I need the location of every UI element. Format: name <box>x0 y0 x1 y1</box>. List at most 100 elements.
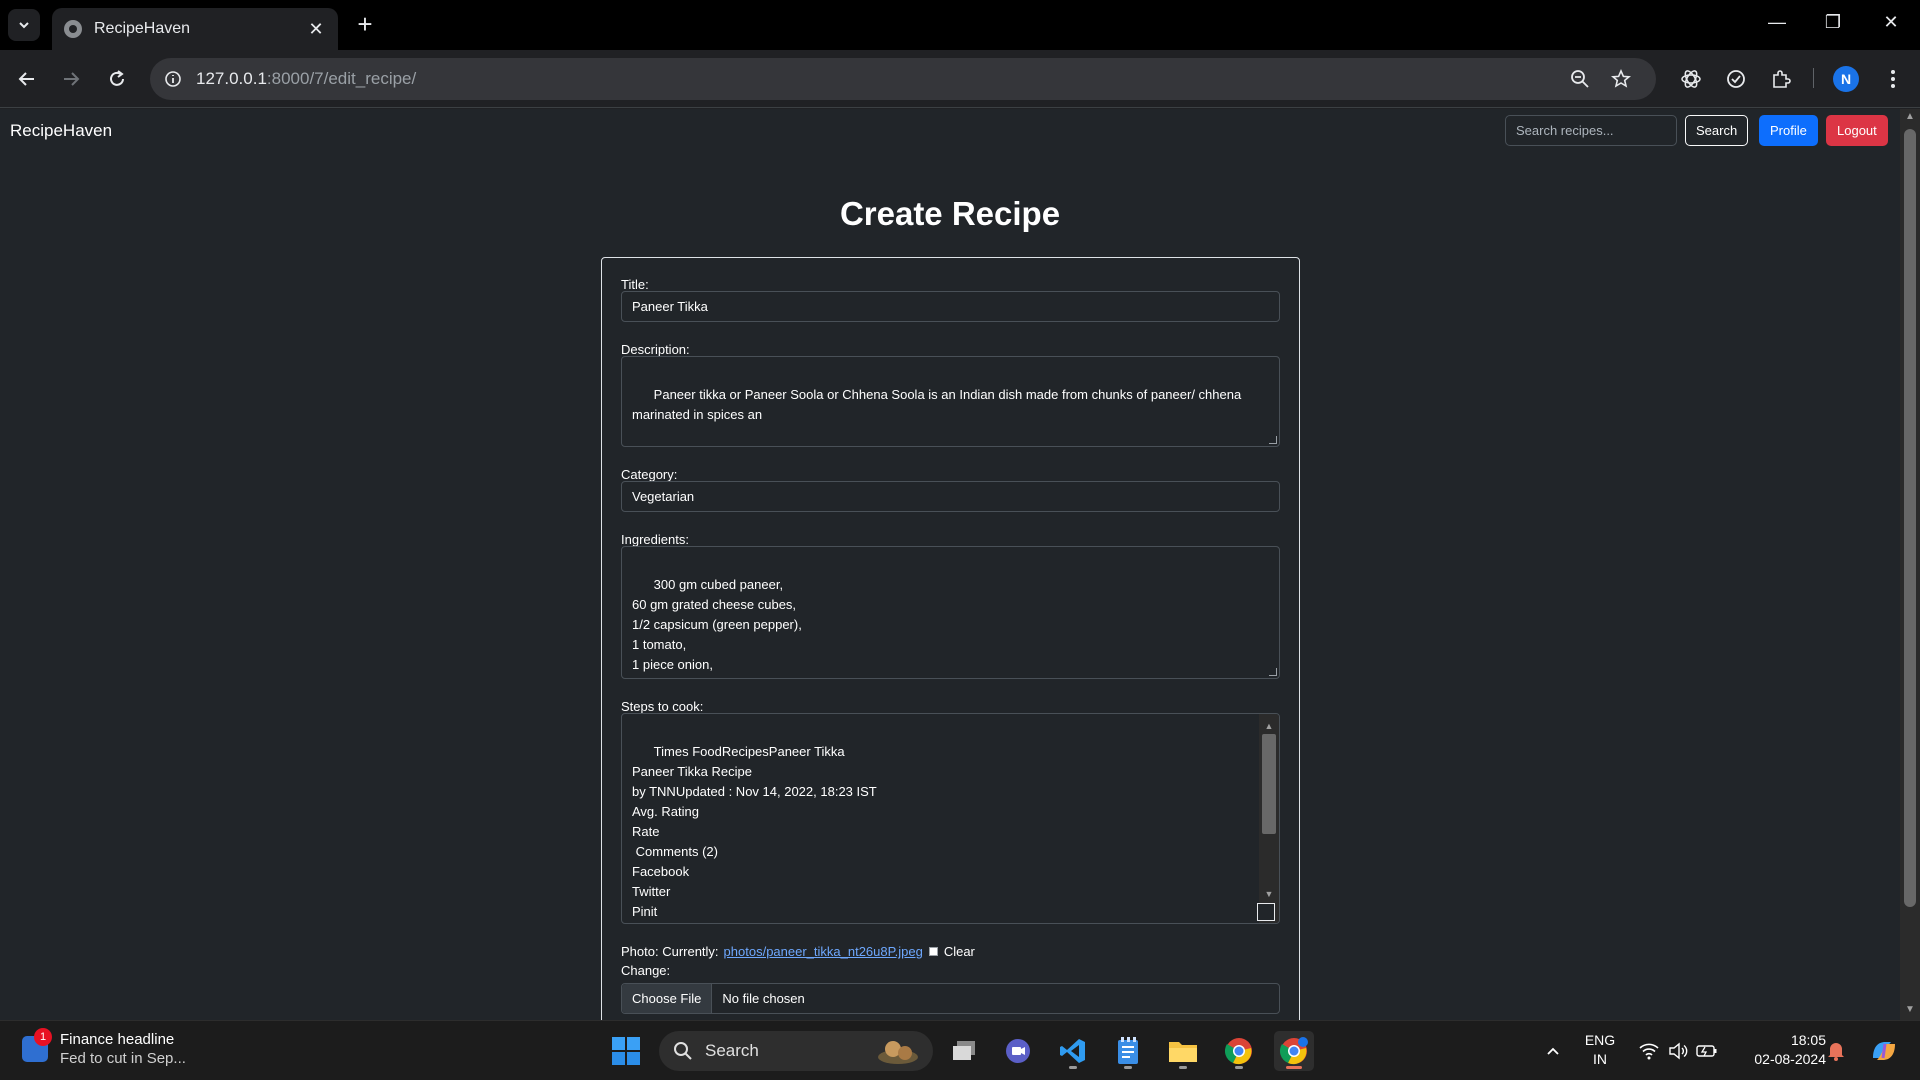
region-code: IN <box>1593 1051 1607 1067</box>
system-tray-status[interactable] <box>1630 1031 1726 1071</box>
taskbar-chrome-app[interactable] <box>1219 1031 1259 1071</box>
browser-toolbar: 127.0.0.1:8000/7/edit_recipe/ N <box>0 50 1920 108</box>
news-title: Finance headline <box>60 1031 175 1048</box>
site-info-icon[interactable] <box>164 70 182 88</box>
reload-icon <box>110 70 124 86</box>
restore-button[interactable]: ❐ <box>1818 12 1848 38</box>
steps-textarea[interactable]: Times FoodRecipesPaneer Tikka Paneer Tik… <box>621 713 1280 924</box>
vscode-icon <box>1060 1039 1085 1063</box>
task-view-button[interactable] <box>944 1031 984 1071</box>
profile-button[interactable]: Profile <box>1759 115 1818 146</box>
browser-tab-active[interactable]: RecipeHaven ✕ <box>52 8 338 50</box>
clear-photo-checkbox[interactable] <box>928 947 938 956</box>
news-widget[interactable]: 1 Finance headline Fed to cut in Sep... <box>22 1028 186 1067</box>
photo-file-input[interactable]: Choose File No file chosen <box>621 983 1280 1014</box>
file-status-text: No file chosen <box>722 991 805 1006</box>
photo-current-row: Photo: Currently: photos/paneer_tikka_nt… <box>621 944 975 959</box>
start-button[interactable] <box>606 1031 646 1071</box>
app-running-indicator <box>1235 1066 1243 1069</box>
taskbar-vscode-app[interactable] <box>1053 1031 1093 1071</box>
minimize-button[interactable]: — <box>1762 12 1792 38</box>
logout-button[interactable]: Logout <box>1826 115 1888 146</box>
battery-icon <box>1696 1045 1717 1057</box>
description-textarea[interactable]: Paneer tikka or Paneer Soola or Chhena S… <box>621 356 1280 447</box>
extension-atom-icon[interactable] <box>1676 64 1706 94</box>
clock-date: 02-08-2024 <box>1754 1051 1826 1067</box>
language-indicator[interactable]: ENG IN <box>1584 1031 1616 1069</box>
chevron-up-icon <box>1547 1047 1559 1055</box>
title-input[interactable]: Paneer Tikka <box>621 291 1280 322</box>
close-window-button[interactable]: ✕ <box>1876 12 1906 38</box>
taskbar-chat-app[interactable] <box>998 1031 1038 1071</box>
browser-tab-bar: RecipeHaven ✕ + — ❐ ✕ <box>0 0 1920 50</box>
back-button[interactable] <box>12 64 42 94</box>
resize-handle[interactable] <box>1269 436 1277 444</box>
video-chat-icon <box>1006 1039 1030 1063</box>
resize-handle[interactable] <box>1257 903 1275 921</box>
windows-taskbar: 1 Finance headline Fed to cut in Sep... … <box>0 1020 1920 1080</box>
notifications-button[interactable] <box>1814 1031 1858 1071</box>
forward-button[interactable] <box>56 64 86 94</box>
tab-title: RecipeHaven <box>94 20 191 37</box>
tab-search-button[interactable] <box>8 9 40 41</box>
app-active-indicator <box>1286 1066 1302 1069</box>
windows-logo-icon <box>612 1037 640 1065</box>
notepad-icon <box>1118 1037 1138 1064</box>
photo-link[interactable]: photos/paneer_tikka_nt26u8P.jpeg <box>724 944 923 959</box>
ingredients-textarea[interactable]: 300 gm cubed paneer, 60 gm grated cheese… <box>621 546 1280 679</box>
extension-check-icon[interactable] <box>1721 64 1751 94</box>
bookmark-star-icon[interactable] <box>1611 58 1631 100</box>
chrome-icon <box>1224 1038 1252 1065</box>
ingredients-label: Ingredients: <box>621 532 689 547</box>
taskbar-chrome-profile-app[interactable] <box>1274 1031 1314 1071</box>
category-input[interactable]: Vegetarian <box>621 481 1280 512</box>
news-widget-icon: 1 <box>22 1028 52 1062</box>
search-icon <box>674 1042 692 1060</box>
wifi-icon <box>1639 1043 1659 1060</box>
clock[interactable]: 18:05 02-08-2024 <box>1736 1031 1826 1069</box>
scroll-down-arrow-icon[interactable]: ▼ <box>1900 1002 1920 1018</box>
choose-file-button[interactable]: Choose File <box>622 984 713 1013</box>
tab-close-icon[interactable]: ✕ <box>306 19 326 40</box>
title-label: Title: <box>621 277 649 292</box>
scrollbar-thumb[interactable] <box>1262 734 1276 834</box>
site-brand[interactable]: RecipeHaven <box>10 121 112 141</box>
app-running-indicator <box>1069 1066 1077 1069</box>
extensions-puzzle-icon[interactable] <box>1766 64 1796 94</box>
profile-avatar[interactable]: N <box>1831 64 1861 94</box>
show-hidden-icons-button[interactable] <box>1533 1031 1573 1071</box>
steps-text: Times FoodRecipesPaneer Tikka Paneer Tik… <box>632 744 877 919</box>
zoom-icon[interactable] <box>1570 58 1590 100</box>
taskbar-notepad-app[interactable] <box>1108 1031 1148 1071</box>
page-scrollbar-thumb[interactable] <box>1904 129 1916 907</box>
reload-button[interactable] <box>102 64 132 94</box>
scroll-up-arrow-icon[interactable]: ▲ <box>1259 716 1279 736</box>
scroll-up-arrow-icon[interactable]: ▲ <box>1900 109 1920 125</box>
taskbar-file-explorer-app[interactable] <box>1163 1031 1203 1071</box>
bell-icon <box>1828 1043 1844 1061</box>
address-bar[interactable]: 127.0.0.1:8000/7/edit_recipe/ <box>150 58 1656 100</box>
web-page: RecipeHaven Search Profile Logout Create… <box>0 109 1900 1020</box>
search-button[interactable]: Search <box>1685 115 1749 146</box>
url-path: :8000/7/edit_recipe/ <box>266 69 417 88</box>
recipe-search-input[interactable] <box>1505 115 1677 146</box>
app-running-indicator <box>1179 1066 1187 1069</box>
resize-handle[interactable] <box>1269 668 1277 676</box>
globe-icon <box>64 20 82 38</box>
search-highlight-icon <box>878 1041 918 1064</box>
change-label: Change: <box>621 963 671 978</box>
description-label: Description: <box>621 342 690 357</box>
news-subtitle: Fed to cut in Sep... <box>60 1050 186 1067</box>
scroll-down-arrow-icon[interactable]: ▼ <box>1259 884 1279 904</box>
new-tab-button[interactable]: + <box>350 10 380 40</box>
page-title: Create Recipe <box>839 195 1061 232</box>
page-scrollbar[interactable]: ▲ ▼ <box>1900 109 1920 1020</box>
clock-time: 18:05 <box>1790 1032 1826 1048</box>
copilot-button[interactable] <box>1862 1031 1906 1071</box>
notification-badge: 1 <box>34 1028 52 1046</box>
chevron-down-icon <box>19 22 29 29</box>
taskbar-search-box[interactable]: Search <box>659 1031 933 1071</box>
browser-menu-icon[interactable] <box>1878 64 1908 94</box>
steps-scrollbar[interactable]: ▲ ▼ <box>1259 714 1279 923</box>
toolbar-divider <box>1813 68 1814 88</box>
